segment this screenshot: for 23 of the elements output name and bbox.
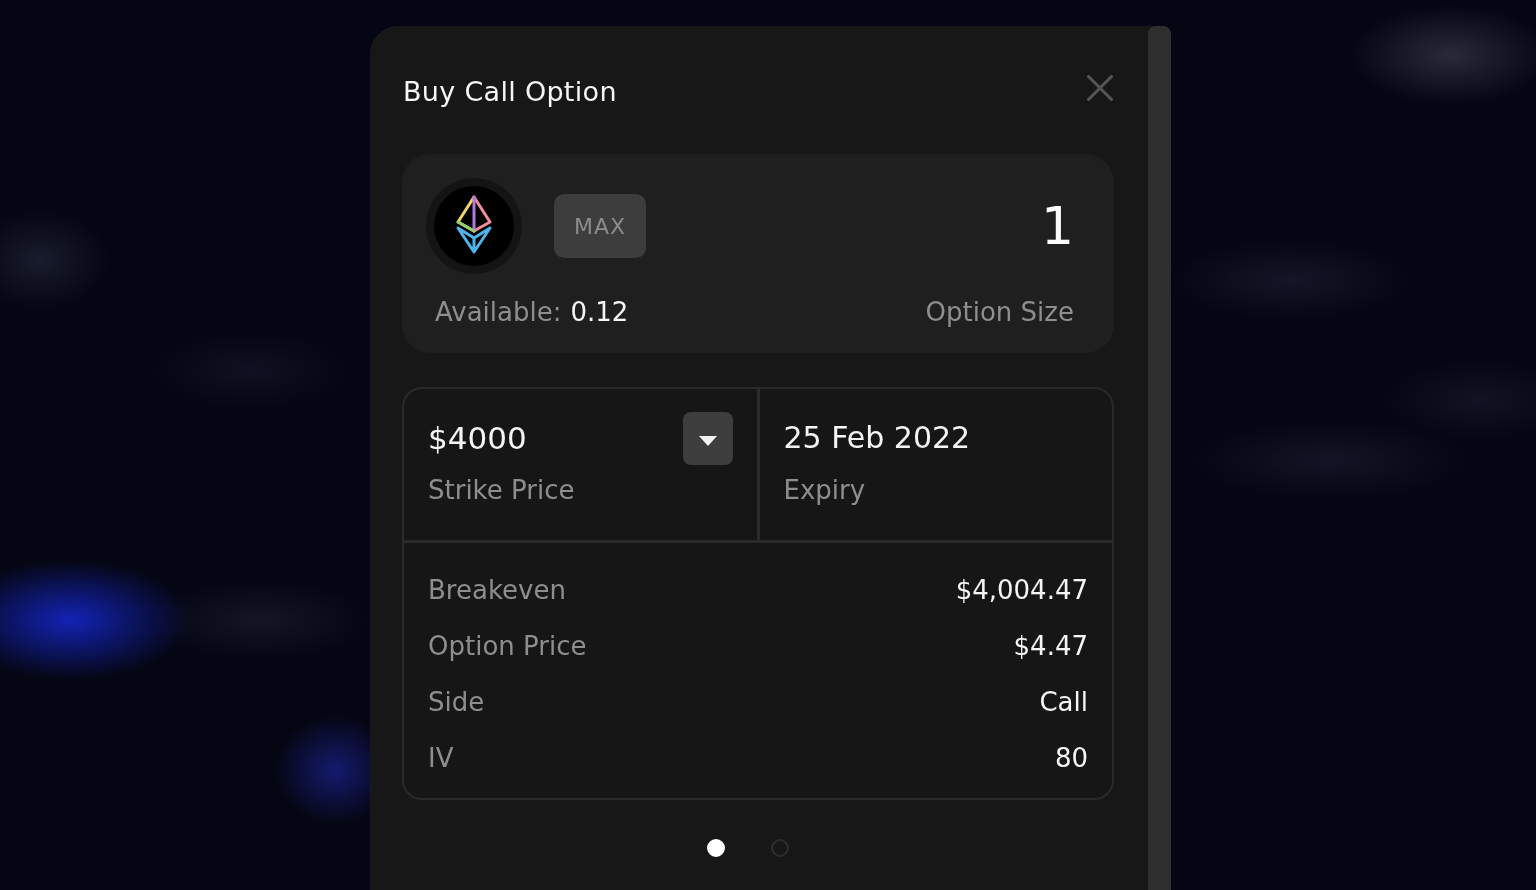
page-dot[interactable]	[771, 839, 789, 857]
option-size-field[interactable]: 1	[954, 196, 1074, 256]
caret-down-icon	[698, 435, 717, 446]
scrollbar[interactable]	[1148, 26, 1171, 890]
strike-price-value: $4000	[428, 419, 528, 457]
available-value: 0.12	[570, 296, 629, 328]
detail-value: Call	[1039, 687, 1088, 717]
dialog-title: Buy Call Option	[402, 75, 617, 107]
detail-label: Option Price	[428, 631, 587, 661]
close-button[interactable]	[1087, 75, 1113, 101]
expiry-label: Expiry	[783, 474, 867, 506]
detail-label: Breakeven	[428, 575, 566, 605]
detail-value: 80	[1054, 743, 1088, 773]
option-size-label: Option Size	[925, 296, 1074, 328]
close-icon	[1087, 75, 1113, 101]
strike-price-label: Strike Price	[428, 474, 576, 506]
expiry-value: 25 Feb 2022	[783, 419, 972, 457]
detail-value: $4,004.47	[955, 575, 1088, 605]
detail-label: IV	[428, 743, 454, 773]
detail-value: $4.47	[1013, 631, 1088, 661]
available-label: Available:	[435, 296, 562, 328]
detail-label: Side	[428, 687, 485, 717]
strike-dropdown-button[interactable]	[682, 412, 733, 465]
